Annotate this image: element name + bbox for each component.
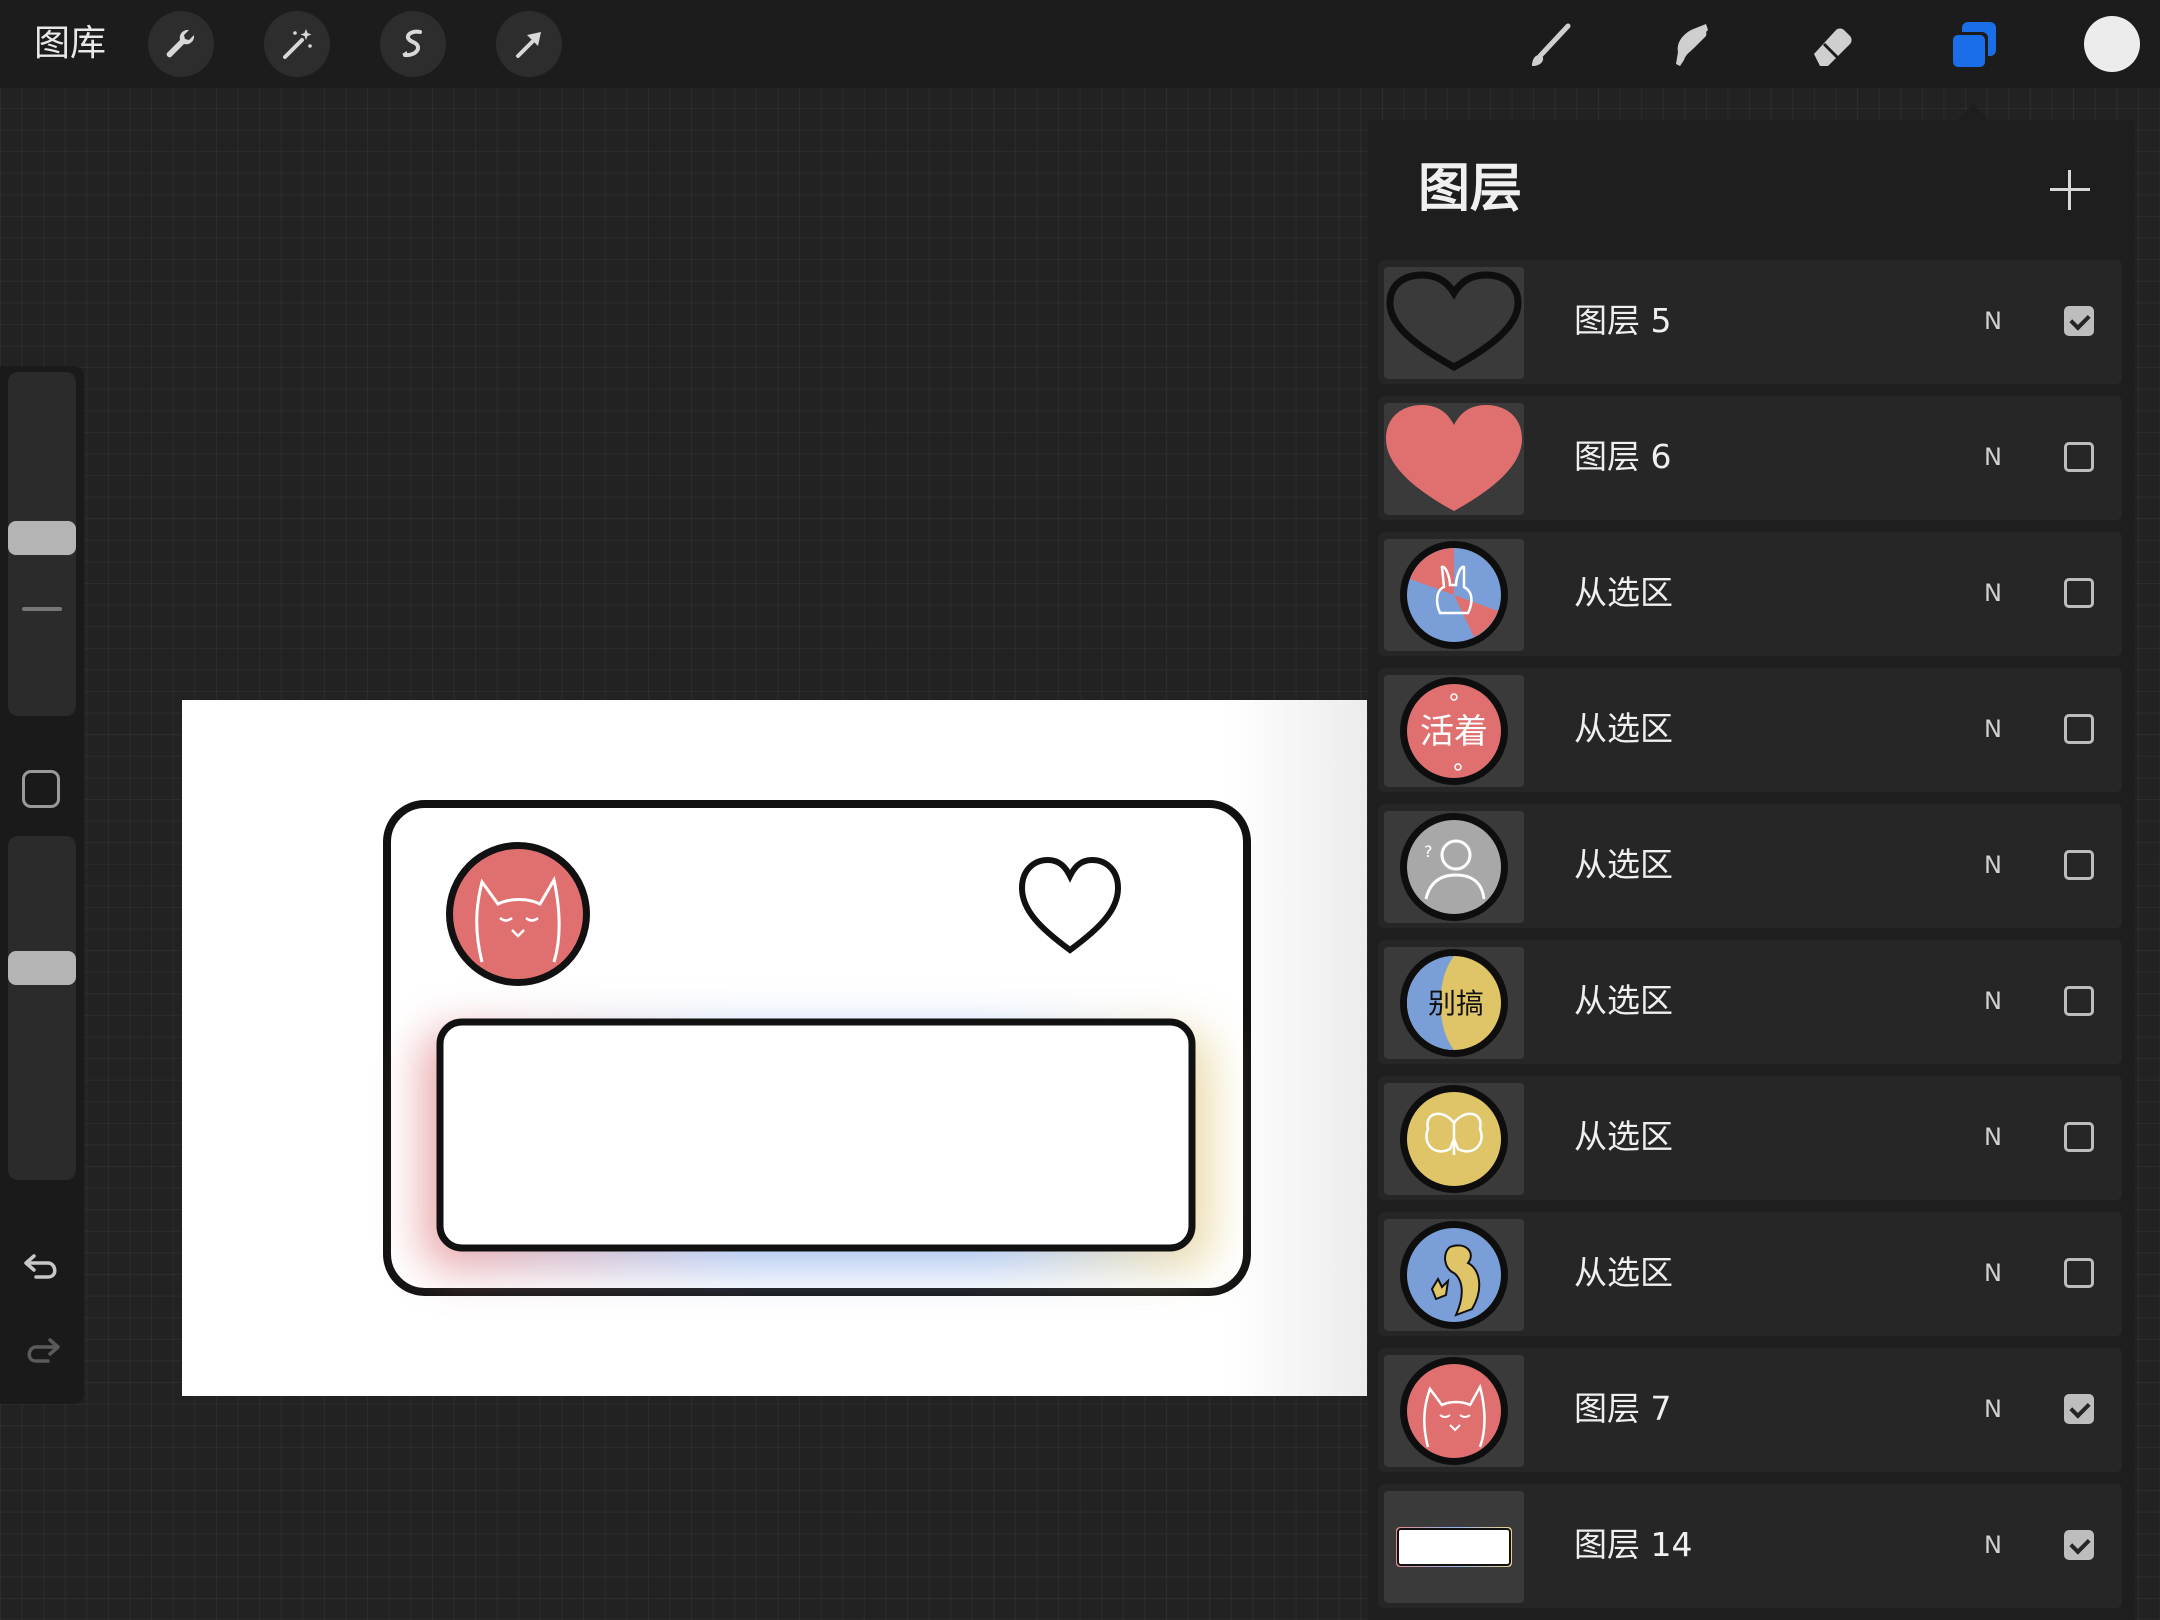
layer-row[interactable]: 从选区 N [1378,1076,2122,1200]
visibility-checkbox[interactable] [2064,850,2094,880]
layers-button[interactable] [1942,14,2004,76]
selection-icon [402,29,422,58]
layer-row[interactable]: 从选区 N [1378,1212,2122,1336]
smudge-button[interactable] [1660,14,1722,76]
visibility-checkbox[interactable] [2064,714,2094,744]
layer-name: 图层 6 [1574,437,1672,476]
layer-name: 图层 14 [1574,1525,1693,1564]
grey-avatar-badge-icon: ? [1400,813,1508,921]
layer-thumbnail [1384,1491,1524,1603]
layer-thumbnail [1384,1219,1524,1331]
brush-size-slider[interactable] [8,372,76,716]
layer-thumbnail [1384,1083,1524,1195]
layer-row[interactable]: 别搞 从选区 N [1378,940,2122,1064]
selection-button[interactable] [380,11,446,77]
transform-arrow-icon [516,32,541,58]
layer-name: 从选区 [1574,1117,1673,1156]
slider-tick [22,607,62,611]
blend-mode[interactable]: N [1984,1528,2002,1562]
brush-size-thumb[interactable] [8,521,76,555]
modify-square-icon[interactable] [22,770,60,808]
layer-thumbnail [1384,539,1524,651]
visibility-checkbox[interactable] [2064,1394,2094,1424]
visibility-checkbox[interactable] [2064,986,2094,1016]
undo-icon[interactable] [20,1244,64,1288]
cat-avatar [446,842,590,986]
layer-row[interactable]: ? 从选区 N [1378,804,2122,928]
badge-text: 活着 [1420,712,1488,752]
actions-button[interactable] [148,11,214,77]
badge-text: 别搞 [1428,987,1484,1020]
blend-mode[interactable]: N [1984,1120,2002,1154]
black-heart-outline-icon [1386,271,1522,371]
layer-name: 图层 7 [1574,1389,1672,1428]
layers-panel: 图层 图层 5 N 图层 6 N 从选区 N 活着 从选区 N ? 从选区 N … [1368,120,2135,1620]
blend-mode[interactable]: N [1984,304,2002,338]
red-text-badge-icon: 活着 [1400,677,1508,785]
layer-thumbnail [1384,403,1524,515]
brush-button[interactable] [1520,14,1582,76]
wrench-icon [166,29,195,58]
visibility-checkbox[interactable] [2064,442,2094,472]
layer-row[interactable]: 活着 从选区 N [1378,668,2122,792]
canvas-artwork [383,800,1251,1296]
blend-mode[interactable]: N [1984,576,2002,610]
opacity-thumb[interactable] [8,951,76,985]
layer-thumbnail: 别搞 [1384,947,1524,1059]
drawing-canvas[interactable] [182,700,1367,1396]
layer-name: 从选区 [1574,845,1673,884]
white-rectangle-icon [1396,1527,1512,1567]
red-heart-icon [1386,405,1522,511]
layer-thumbnail [1384,267,1524,379]
blend-mode[interactable]: N [1984,712,2002,746]
visibility-checkbox[interactable] [2064,306,2094,336]
question-mark-icon: ? [1424,842,1433,861]
layer-thumbnail: ? [1384,811,1524,923]
blend-mode[interactable]: N [1984,1392,2002,1426]
layer-name: 图层 5 [1574,301,1672,340]
blue-figure-badge-icon [1400,1221,1508,1329]
layer-row[interactable]: 图层 5 N [1378,260,2122,384]
text-box [436,1018,1196,1252]
layer-row[interactable]: 图层 6 N [1378,396,2122,520]
layer-name: 从选区 [1574,1253,1673,1292]
top-toolbar: 图库 [0,0,2160,88]
panel-title: 图层 [1418,159,1523,219]
transform-button[interactable] [496,11,562,77]
layer-name: 从选区 [1574,981,1673,1020]
visibility-checkbox[interactable] [2064,1530,2094,1560]
adjustments-button[interactable] [264,11,330,77]
blue-yellow-text-badge-icon: 别搞 [1400,949,1508,1057]
visibility-checkbox[interactable] [2064,578,2094,608]
blend-mode[interactable]: N [1984,1256,2002,1290]
visibility-checkbox[interactable] [2064,1258,2094,1288]
visibility-checkbox[interactable] [2064,1122,2094,1152]
blend-mode[interactable]: N [1984,848,2002,882]
layer-row[interactable]: 图层 14 N [1378,1484,2122,1608]
layer-name: 从选区 [1574,709,1673,748]
opacity-slider[interactable] [8,836,76,1180]
rabbit-badge-icon [1400,541,1508,649]
redo-icon[interactable] [20,1328,64,1372]
eraser-icon [1814,28,1852,66]
plus-icon[interactable] [2040,160,2100,220]
layer-row[interactable]: 从选区 N [1378,532,2122,656]
butterfly-badge-icon [1400,1085,1508,1193]
red-cat-badge-icon [1400,1357,1508,1465]
gallery-button[interactable]: 图库 [34,18,106,70]
blend-mode[interactable]: N [1984,984,2002,1018]
magic-wand-icon [283,29,312,59]
left-sidebar [0,366,84,1404]
layer-thumbnail: 活着 [1384,675,1524,787]
layer-thumbnail [1384,1355,1524,1467]
layers-icon [1950,22,1996,70]
smudge-icon [1676,24,1708,66]
layer-name: 从选区 [1574,573,1673,612]
color-picker-button[interactable] [2084,16,2140,72]
layer-row[interactable]: 图层 7 N [1378,1348,2122,1472]
brush-icon [1532,23,1571,66]
eraser-button[interactable] [1800,14,1862,76]
blend-mode[interactable]: N [1984,440,2002,474]
